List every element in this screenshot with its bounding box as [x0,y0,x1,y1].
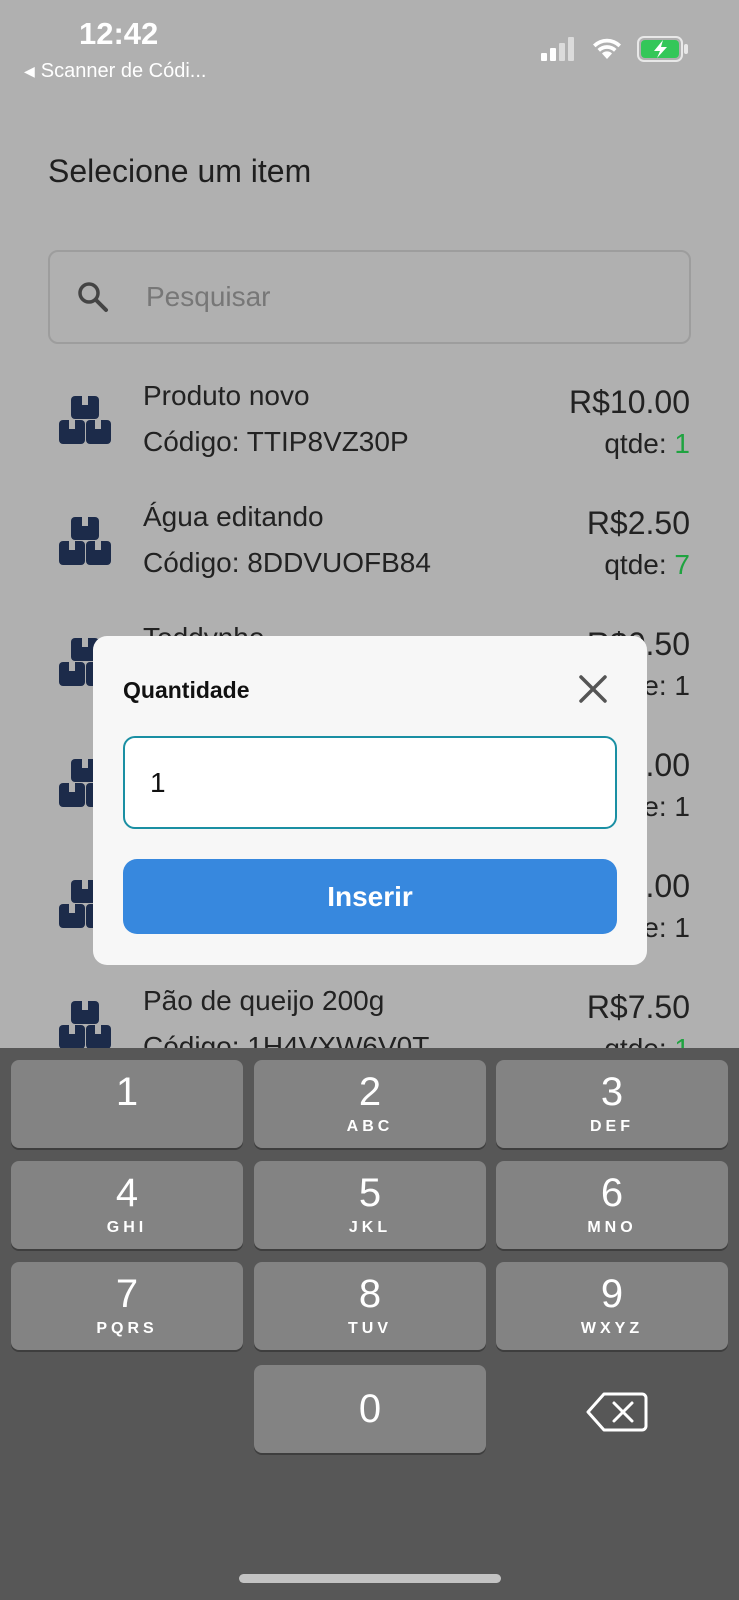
list-item[interactable]: Água editando Código: 8DDVUOFB84 R$2.50 … [0,489,739,610]
item-quantity: qtde: 1 [604,428,690,460]
key-letters: WXYZ [580,1320,644,1337]
item-price: .00 [645,868,690,904]
key-letters: PQRS [96,1320,158,1337]
key-digit: 9 [600,1272,624,1316]
key-digit: 2 [358,1070,382,1114]
boxes-icon [59,396,111,444]
back-to-app-link[interactable]: ◀ Scanner de Códi... [24,60,206,83]
key-5[interactable]: 5 JKL [254,1161,486,1249]
key-digit: 4 [115,1171,139,1215]
item-code: Código: TTIP8VZ30P [143,426,409,457]
key-letters: GHI [106,1219,148,1236]
key-digit: 8 [358,1272,382,1316]
key-letters: JKL [348,1219,392,1236]
key-2[interactable]: 2 ABC [254,1060,486,1148]
backspace-icon[interactable] [584,1388,650,1436]
item-name: Pão de queijo 200g [143,985,385,1016]
modal-title: Quantidade [123,677,250,703]
quantity-modal: Quantidade Inserir [93,636,647,965]
quantity-input[interactable] [123,736,617,829]
boxes-icon [59,517,111,565]
key-3[interactable]: 3 DEF [496,1060,728,1148]
search-input[interactable] [146,281,626,313]
key-digit: 3 [600,1070,624,1114]
key-6[interactable]: 6 MNO [496,1161,728,1249]
item-price: R$2.50 [586,505,690,541]
key-1[interactable]: 1 [11,1060,243,1148]
item-price: .00 [645,747,690,783]
key-8[interactable]: 8 TUV [254,1262,486,1350]
item-name: Produto novo [143,380,310,411]
qty-label: qtde: [604,549,667,580]
cellular-signal-icon [541,37,574,61]
status-time: 12:42 [79,16,159,51]
status-icons [541,36,689,62]
item-quantity: e: 1 [643,670,690,701]
boxes-icon [59,1001,111,1049]
qty-label: qtde: [604,428,667,459]
close-icon[interactable] [577,673,609,705]
search-icon [78,282,108,312]
key-digit: 0 [358,1387,382,1431]
item-name: Água editando [143,501,324,532]
home-indicator [239,1574,501,1583]
key-9[interactable]: 9 WXYZ [496,1262,728,1350]
key-letters: DEF [590,1118,634,1135]
battery-charging-icon [637,36,688,62]
insert-button[interactable]: Inserir [123,859,617,934]
key-7[interactable]: 7 PQRS [11,1262,243,1350]
list-item[interactable]: Produto novo Código: TTIP8VZ30P R$10.00 … [0,368,739,489]
key-4[interactable]: 4 GHI [11,1161,243,1249]
key-letters: MNO [587,1219,637,1236]
item-price: R$10.00 [569,384,690,420]
key-digit: 7 [115,1272,139,1316]
key-letters: TUV [348,1320,392,1337]
numeric-keyboard: 1 2 ABC 3 DEF 4 GHI 5 JKL 6 MNO 7 PQRS 8… [0,1048,739,1600]
item-quantity: e: 1 [643,912,690,943]
item-price: R$7.50 [586,989,690,1025]
key-0[interactable]: 0 [254,1365,486,1453]
key-digit: 6 [600,1171,624,1215]
search-box[interactable] [48,250,691,344]
key-digit: 5 [358,1171,382,1215]
page-title: Selecione um item [48,153,312,189]
wifi-icon [593,38,621,59]
item-quantity: e: 1 [643,791,690,822]
key-digit: 1 [115,1070,139,1114]
back-triangle-icon: ◀ [24,63,35,79]
item-code: Código: 8DDVUOFB84 [143,547,431,578]
key-letters: ABC [346,1118,394,1135]
back-app-label: Scanner de Códi... [40,60,207,82]
qty-value: 7 [674,549,690,580]
item-quantity: qtde: 7 [604,549,690,581]
qty-value: 1 [674,428,690,459]
